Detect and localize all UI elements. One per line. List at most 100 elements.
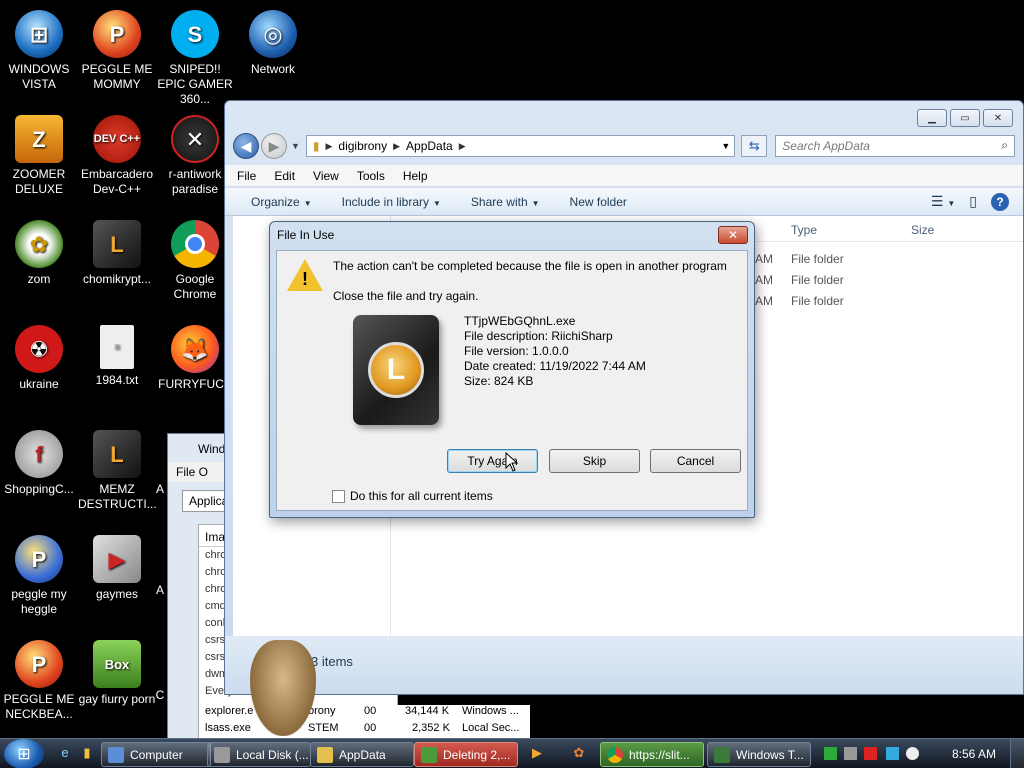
breadcrumb-appdata[interactable]: AppData	[406, 139, 453, 153]
desktop-icon-zom[interactable]: ✿ zom	[0, 220, 78, 287]
media-player-icon[interactable]: ▶	[528, 745, 546, 763]
taskbar-button-appdata[interactable]: AppData	[310, 742, 414, 767]
desktop-icon-peggle-my-heggle[interactable]: P peggle my heggle	[0, 535, 78, 617]
desktop-icon-google-chrome[interactable]: Google Chrome	[156, 220, 234, 302]
dialog-instruction: Close the file and try again.	[333, 289, 479, 303]
modified-time: AM	[755, 252, 773, 266]
forward-button[interactable]: ▶	[260, 133, 287, 159]
table-row[interactable]: explorer.e brony 00 34,144 K Windows ...	[200, 705, 530, 722]
change-view-icon[interactable]: ☰ ▼	[931, 193, 955, 210]
network-tray-icon[interactable]	[886, 747, 899, 760]
organize-label: Organize	[251, 194, 300, 209]
checkbox-label: Do this for all current items	[350, 489, 493, 503]
refresh-button[interactable]: ⇆	[741, 135, 768, 157]
desktop-icon-label: PEGGLE ME NECKBEA...	[3, 692, 75, 721]
address-bar[interactable]: ▮ ▶ digibrony ▶ AppData ▶ ▼	[305, 135, 736, 157]
menu-edit[interactable]: Edit	[274, 169, 295, 183]
column-header-type[interactable]: Type	[791, 223, 817, 237]
taskbar-button-computer[interactable]: Computer	[101, 742, 211, 767]
status-bar: 3 items	[225, 636, 1023, 694]
menu-view[interactable]: View	[313, 169, 339, 183]
desktop-icon-r-antiwork[interactable]: ✕ r-antiwork paradise	[156, 115, 234, 197]
desktop-icon-zoomer-deluxe[interactable]: Z ZOOMER DELUXE	[0, 115, 78, 197]
desktop-icon-shoppingc[interactable]: f ShoppingC...	[0, 430, 78, 497]
file-in-use-dialog[interactable]: File In Use ✕ ! The action can't be comp…	[269, 221, 755, 518]
network-globe-icon: ◎	[249, 10, 297, 58]
desktop-icon-ukraine[interactable]: ☢ ukraine	[0, 325, 78, 392]
taskbar-button-deleting[interactable]: Deleting 2,...	[414, 742, 518, 767]
share-label: Share with	[470, 194, 528, 209]
recent-pages-icon[interactable]: ▼	[291, 141, 300, 151]
flag-tray-icon[interactable]	[864, 747, 877, 760]
internet-explorer-icon[interactable]: e	[56, 745, 74, 763]
desktop-icon-furryfuck[interactable]: 🦊 FURRYFUCK	[156, 325, 234, 392]
settings-tray-icon[interactable]	[844, 747, 857, 760]
process-cpu: 00	[364, 705, 377, 717]
close-button[interactable]: ✕	[983, 109, 1013, 127]
cancel-button[interactable]: Cancel	[650, 449, 741, 473]
desktop-icon-dev-cpp[interactable]: DEV C++ Embarcadero Dev-C++	[78, 115, 156, 197]
chevron-down-icon: ▼	[303, 198, 312, 208]
show-desktop-button[interactable]	[1010, 739, 1024, 768]
taskbar-button-task-manager[interactable]: Windows T...	[707, 742, 811, 767]
minimize-button[interactable]: ▁	[917, 109, 947, 127]
item-count: 3 items	[311, 654, 353, 669]
dialog-title: File In Use	[277, 228, 335, 242]
file-type: File folder	[791, 294, 844, 308]
desktop-icon-peggle-me-neckbeard[interactable]: P PEGGLE ME NECKBEA...	[0, 640, 78, 722]
command-bar: Organize ▼ Include in library ▼ Share with…	[225, 188, 1023, 216]
preview-pane-icon[interactable]: ▯	[969, 193, 977, 210]
process-description: Windows ...	[462, 705, 519, 717]
desktop-icon-label: Embarcadero Dev-C++	[80, 167, 154, 196]
taskbar-button-browser[interactable]: https://slit...	[600, 742, 704, 767]
start-button[interactable]: ⊞	[4, 739, 44, 768]
process-memory: 34,144 K	[405, 705, 450, 717]
table-row[interactable]: lsass.exe STEM 00 2,352 K Local Sec...	[200, 722, 530, 739]
checkbox-box[interactable]	[332, 489, 345, 503]
menu-tools[interactable]: Tools	[357, 169, 385, 183]
column-header-size[interactable]: Size	[911, 223, 934, 237]
file-type: File folder	[791, 273, 844, 287]
breadcrumb-digibrony[interactable]: digibrony	[338, 139, 387, 153]
taskbar-label: https://slit...	[629, 748, 690, 762]
clock[interactable]: 8:56 AM	[952, 747, 996, 761]
taskbar-label: Local Disk (...	[236, 748, 309, 762]
menu-help[interactable]: Help	[403, 169, 428, 183]
radiation-icon: ☢	[15, 325, 63, 373]
paint-icon[interactable]: ✿	[570, 745, 588, 763]
help-icon[interactable]: ?	[991, 192, 1009, 211]
desktop-icon-chomikrypt[interactable]: L chomikrypt...	[78, 220, 156, 287]
desktop-icon-1984-txt[interactable]: ≡ 1984.txt	[78, 325, 156, 388]
share-with-button[interactable]: Share with ▼	[471, 195, 540, 209]
firefox-icon: 🦊	[171, 325, 219, 373]
apply-to-all-checkbox[interactable]: Do this for all current items	[332, 489, 493, 503]
volume-tray-icon[interactable]	[906, 747, 919, 760]
include-in-library-button[interactable]: Include in library ▼	[342, 195, 441, 209]
process-memory: 2,352 K	[412, 722, 450, 734]
new-folder-button[interactable]: New folder	[570, 195, 627, 209]
skip-button[interactable]: Skip	[549, 449, 640, 473]
folder-icon[interactable]: ▮	[78, 745, 96, 763]
search-input[interactable]: Search AppData ⌕	[775, 135, 1015, 157]
window-controls: ▁ ▭ ✕	[917, 109, 1013, 127]
desktop-icon-memz[interactable]: L MEMZ DESTRUCTI...	[78, 430, 157, 512]
taskbar: ⊞ e ▮ Computer Local Disk (... AppData D…	[0, 738, 1024, 768]
refresh-icon: ⇆	[748, 138, 760, 153]
dialog-close-button[interactable]: ✕	[718, 226, 748, 244]
mouse-cursor-icon	[505, 452, 519, 472]
back-button[interactable]: ◀	[233, 133, 259, 159]
maximize-button[interactable]: ▭	[950, 109, 980, 127]
menu-file[interactable]: File	[237, 169, 256, 183]
task-manager-icon	[714, 747, 730, 763]
green-tray-icon[interactable]	[824, 747, 837, 760]
taskbar-label: AppData	[339, 748, 386, 762]
taskbar-button-local-disk[interactable]: Local Disk (...	[207, 742, 311, 767]
desktop-icon-network[interactable]: ◎ Network	[234, 10, 312, 77]
desktop-icon-peggle-me-mommy[interactable]: P PEGGLE ME MOMMY	[78, 10, 156, 92]
desktop-icon-label: ShoppingC...	[4, 482, 74, 496]
desktop-icon-windows-vista[interactable]: ⊞ WINDOWS VISTA	[0, 10, 78, 92]
address-dropdown-icon[interactable]: ▼	[721, 141, 730, 151]
try-again-button[interactable]: Try Again	[447, 449, 538, 473]
organize-button[interactable]: Organize ▼	[251, 195, 312, 209]
desktop-icon-sniped[interactable]: S SNIPED!! EPIC GAMER 360...	[156, 10, 234, 107]
